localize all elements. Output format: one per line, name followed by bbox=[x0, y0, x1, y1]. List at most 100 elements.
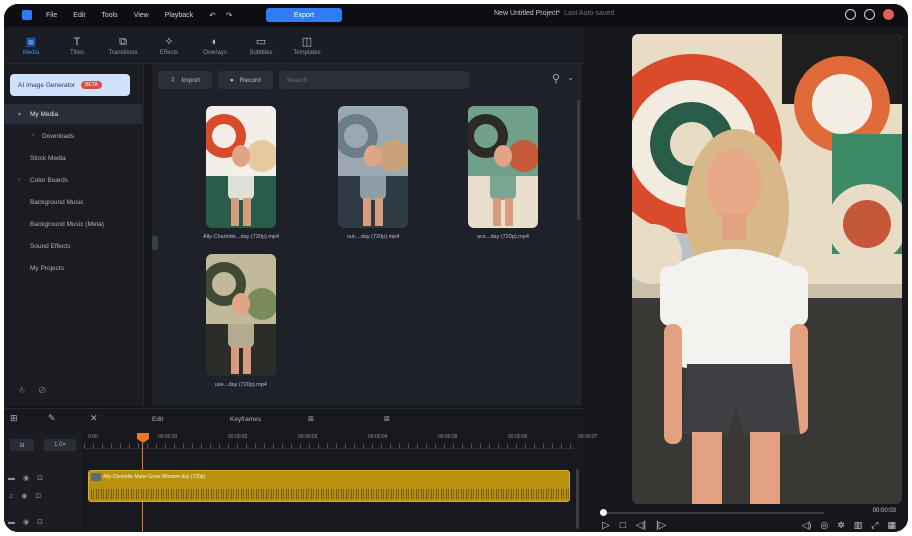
sidebar-item-label: Sound Effects bbox=[30, 242, 71, 250]
templates-icon: ◫ bbox=[301, 35, 313, 48]
preview-image bbox=[632, 34, 902, 504]
redo-icon[interactable]: ↷ bbox=[226, 11, 233, 20]
undo-icon[interactable]: ↶ bbox=[209, 11, 216, 20]
stop-icon[interactable]: □ bbox=[620, 520, 626, 531]
play-icon[interactable]: ▷ bbox=[602, 520, 610, 531]
menu-tools[interactable]: Tools bbox=[101, 12, 117, 19]
split-icon[interactable]: ⧈ bbox=[308, 413, 314, 424]
subtitles-icon: ▭ bbox=[255, 35, 267, 48]
tab-effects[interactable]: ✧ Effects bbox=[146, 28, 192, 64]
thumbnail-image bbox=[338, 106, 408, 228]
microphone-icon: ● bbox=[229, 76, 234, 84]
notification-icon[interactable] bbox=[883, 9, 894, 20]
export-button[interactable]: Export bbox=[266, 8, 342, 22]
media-library: ⇩ Import ● Record ⚲ ⌄ Ally-Charlotte...d… bbox=[152, 64, 582, 406]
speed-button[interactable]: 1.0× bbox=[44, 439, 76, 451]
tab-media[interactable]: ▣ Media bbox=[8, 28, 54, 64]
link-icon[interactable]: ⊘ bbox=[38, 385, 46, 396]
sidebar-item-background-music[interactable]: Background Music bbox=[4, 192, 142, 212]
sidebar-item-my-media[interactable]: ▾ My Media bbox=[4, 104, 142, 124]
tab-label: Overlays bbox=[203, 49, 227, 56]
ruler-label: 00:00:04 bbox=[368, 434, 388, 440]
sidebar-item-my-projects[interactable]: My Projects bbox=[4, 258, 142, 278]
lock-icon-2[interactable]: ⊡ bbox=[35, 492, 41, 500]
sidebar-item-label: Downloads bbox=[42, 132, 75, 140]
mute-icon[interactable]: ◉ bbox=[21, 492, 27, 500]
ai-image-generator-button[interactable]: AI Image Generator BETA bbox=[10, 74, 130, 96]
expand-arrow-icon: ▾ bbox=[18, 111, 22, 118]
eye-icon-2[interactable]: ◉ bbox=[23, 518, 29, 526]
tab-titles[interactable]: T Titles bbox=[54, 28, 100, 64]
import-button[interactable]: ⇩ Import bbox=[158, 71, 212, 89]
cut-icon[interactable]: ✕ bbox=[90, 413, 98, 424]
menu-file[interactable]: File bbox=[46, 12, 57, 19]
settings-gear-icon[interactable]: ✲ bbox=[837, 520, 845, 531]
clip-thumbnail bbox=[91, 473, 101, 481]
playback-controls: ▷ □ ◁| |▷ bbox=[602, 520, 666, 531]
next-frame-icon[interactable]: |▷ bbox=[656, 520, 666, 531]
project-title: New Untitled Project* Last Auto-saved bbox=[494, 10, 614, 17]
tab-label: Media bbox=[22, 49, 40, 56]
media-thumbnail[interactable] bbox=[206, 106, 276, 228]
eye-icon[interactable]: ◉ bbox=[23, 474, 29, 482]
video-track-header: ▬ ◉ ⊡ bbox=[8, 471, 43, 485]
tab-overlays[interactable]: ◐ Overlays bbox=[192, 28, 238, 64]
sidebar-item-stock-media[interactable]: Stock Media bbox=[4, 148, 142, 168]
preview-scrub-handle[interactable] bbox=[600, 509, 607, 516]
menu-playback[interactable]: Playback bbox=[165, 12, 193, 19]
sidebar-item-sound-effects[interactable]: Sound Effects bbox=[4, 236, 142, 256]
speed-label: 1.0× bbox=[54, 442, 66, 448]
more-options-icon[interactable]: ⌄ bbox=[567, 73, 574, 82]
tab-subtitles[interactable]: ▭ Subtitles bbox=[238, 28, 284, 64]
preview-video[interactable] bbox=[632, 34, 902, 504]
add-folder-icon[interactable]: ⎀ bbox=[18, 385, 26, 396]
record-button[interactable]: ● Record bbox=[217, 71, 273, 89]
preview-scrub-bar[interactable] bbox=[602, 512, 824, 514]
edit-button[interactable]: Edit bbox=[152, 416, 163, 423]
menu-edit[interactable]: Edit bbox=[73, 12, 85, 19]
crop-icon[interactable]: ⧈ bbox=[384, 413, 390, 424]
beta-badge: BETA bbox=[81, 81, 102, 89]
previous-frame-icon[interactable]: ◁| bbox=[636, 520, 646, 531]
lock-icon[interactable]: ⊡ bbox=[37, 474, 43, 482]
import-icon: ⇩ bbox=[170, 77, 176, 84]
keyframes-button[interactable]: Keyframes bbox=[230, 416, 261, 423]
lock-icon-3[interactable]: ⊡ bbox=[37, 518, 43, 526]
layout-icon[interactable]: ▦ bbox=[887, 520, 896, 531]
tab-label: Effects bbox=[159, 49, 179, 56]
media-search-input[interactable] bbox=[278, 71, 469, 89]
snapshot-icon[interactable]: ◎ bbox=[820, 520, 828, 531]
sidebar-item-label: My Projects bbox=[30, 264, 64, 272]
menu-view[interactable]: View bbox=[134, 12, 149, 19]
sidebar-item-color-boards[interactable]: › Color Boards bbox=[4, 170, 142, 190]
quality-icon[interactable]: ▥ bbox=[854, 520, 863, 531]
tab-transitions[interactable]: ⧉ Transitions bbox=[100, 28, 146, 64]
timeline-clip[interactable]: Ally-Charlotte Marie Grow Wisdom-day (72… bbox=[88, 470, 570, 502]
add-track-icon[interactable]: ⊞ bbox=[10, 413, 18, 424]
window-controls bbox=[845, 9, 894, 20]
volume-icon[interactable]: ◁) bbox=[801, 520, 811, 531]
tab-templates[interactable]: ◫ Templates bbox=[284, 28, 330, 64]
music-note-icon: ♫ bbox=[8, 492, 14, 500]
video-track-icon: ▬ bbox=[8, 474, 15, 482]
sidebar-item-downloads[interactable]: › Downloads bbox=[4, 126, 142, 146]
media-thumbnail[interactable] bbox=[338, 106, 408, 228]
extra-track-header: ▬ ◉ ⊡ bbox=[8, 515, 43, 529]
media-thumbnail[interactable] bbox=[468, 106, 538, 228]
timeline-ruler[interactable]: 0:00 00:00:01 00:00:02 00:00:03 00:00:04 00:0… bbox=[84, 431, 597, 449]
filter-icon[interactable]: ⚲ bbox=[552, 72, 560, 85]
import-label: Import bbox=[181, 76, 200, 84]
settings-icon[interactable] bbox=[864, 9, 875, 20]
pen-icon[interactable]: ✎ bbox=[48, 413, 56, 424]
track-icon: ▬ bbox=[8, 518, 15, 526]
account-icon[interactable] bbox=[845, 9, 856, 20]
ruler-label: 0:00 bbox=[88, 434, 98, 440]
timeline-scrollbar[interactable] bbox=[576, 469, 579, 529]
sidebar-footer: ⎀ ⊘ bbox=[18, 385, 46, 396]
media-thumbnail[interactable] bbox=[206, 254, 276, 376]
media-file-name: Ally-Charlotte...day (720p).mp4 bbox=[202, 234, 280, 240]
fullscreen-icon[interactable]: ⤢ bbox=[871, 520, 878, 531]
sidebar-item-background-music-meta[interactable]: Background Music (Meta) bbox=[4, 214, 142, 234]
sidebar-item-label: Color Boards bbox=[30, 176, 68, 184]
track-settings-button[interactable]: ⊟ bbox=[10, 439, 34, 451]
